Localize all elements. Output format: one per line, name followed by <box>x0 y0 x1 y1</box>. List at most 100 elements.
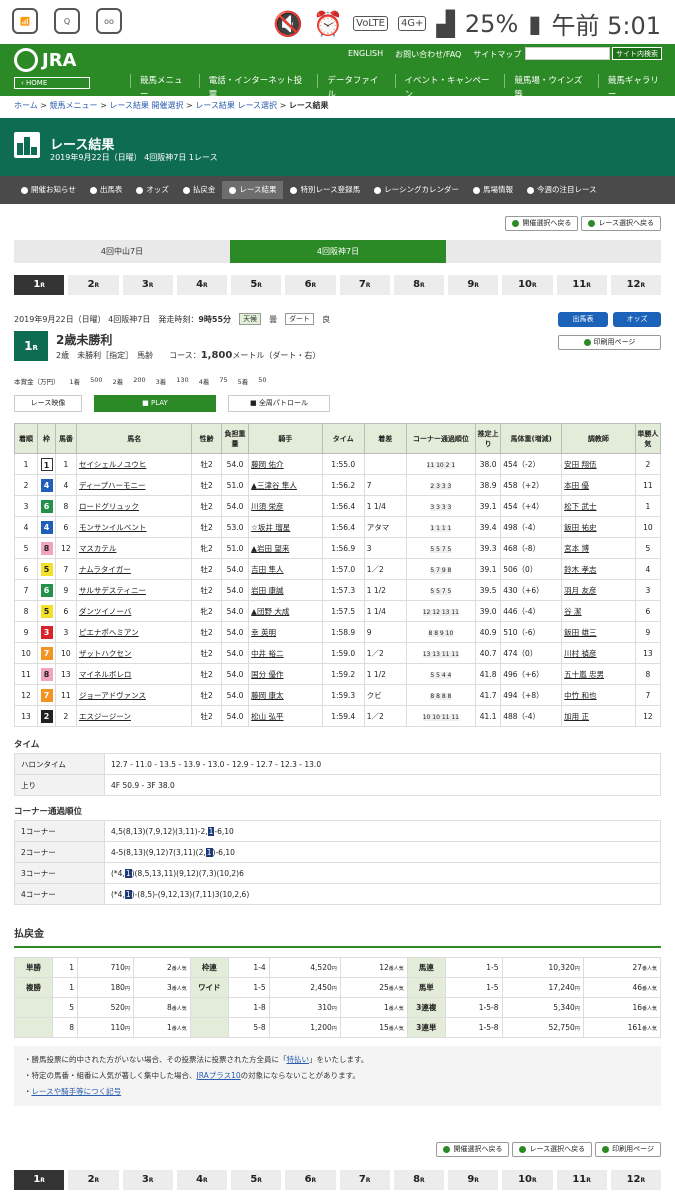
cell-6[interactable]: ☆坂井 瑠星 <box>248 516 323 538</box>
shutuba-button[interactable]: 出馬表 <box>558 312 608 327</box>
breadcrumb-link[interactable]: レース結果 レース選択 <box>195 101 277 110</box>
cell-12[interactable]: 松下 武士 <box>561 495 636 517</box>
cell-6[interactable]: 吉田 隼人 <box>248 558 323 580</box>
gnav-item[interactable]: データファイル <box>317 74 394 100</box>
race-tab[interactable]: 8R <box>393 275 444 295</box>
gnav-item[interactable]: 競馬メニュー <box>130 74 199 100</box>
cell-6[interactable]: 川須 栄彦 <box>248 495 323 517</box>
race-tab[interactable]: 2R <box>68 1170 119 1190</box>
cell-3[interactable]: サルサデスティニー <box>75 579 193 601</box>
site-search-input[interactable] <box>525 47 610 60</box>
race-tab[interactable]: 11R <box>556 275 607 295</box>
cell-3[interactable]: ザットハクセン <box>75 642 193 664</box>
back-to-meeting-button[interactable]: 開催選択へ戻る <box>505 216 579 231</box>
cell-6[interactable]: 藤岡 康太 <box>248 684 323 706</box>
subnav-item[interactable]: オッズ <box>129 181 176 199</box>
cell-3[interactable]: マスカテル <box>75 537 193 559</box>
cell-12[interactable]: 本田 優 <box>561 474 636 496</box>
tab-nakayama[interactable]: 4回中山7日 <box>14 240 230 263</box>
note-link[interactable]: レースや騎手等につく記号 <box>32 1087 122 1096</box>
subnav-item[interactable]: 今週の注目レース <box>520 181 604 199</box>
cell-12[interactable]: 飯田 祐史 <box>561 516 636 538</box>
race-tab[interactable]: 4R <box>176 275 227 295</box>
gnav-item[interactable]: 競馬場・ウインズ等 <box>504 74 598 100</box>
race-tab[interactable]: 10R <box>502 275 553 295</box>
race-tab[interactable]: 8R <box>393 1170 444 1190</box>
race-tab[interactable]: 9R <box>448 1170 499 1190</box>
subnav-item[interactable]: レーシングカレンダー <box>367 181 466 199</box>
gnav-item[interactable]: 電話・インターネット投票 <box>198 74 318 100</box>
race-tab[interactable]: 10R <box>502 1170 553 1190</box>
play-button[interactable]: ■ PLAY <box>94 395 216 412</box>
cell-6[interactable]: 中井 裕二 <box>248 642 323 664</box>
race-tab[interactable]: 7R <box>339 275 390 295</box>
race-tab[interactable]: 4R <box>176 1170 227 1190</box>
race-tab[interactable]: 6R <box>285 275 336 295</box>
note-link[interactable]: JRAプラス10 <box>197 1071 241 1080</box>
cell-6[interactable]: 国分 優作 <box>248 663 323 685</box>
cell-12[interactable]: 宮本 博 <box>561 537 636 559</box>
breadcrumb-link[interactable]: ホーム <box>14 101 38 110</box>
tab-hanshin[interactable]: 4回阪神7日 <box>230 240 446 263</box>
cell-3[interactable]: マイネルボレロ <box>75 663 193 685</box>
race-tab[interactable]: 5R <box>231 1170 282 1190</box>
home-button[interactable]: ‹ HOME <box>14 77 90 89</box>
race-tab[interactable]: 3R <box>122 1170 173 1190</box>
cell-12[interactable]: 飯田 雄三 <box>561 621 636 643</box>
race-tab[interactable]: 7R <box>339 1170 390 1190</box>
cell-6[interactable]: ▲岩田 望来 <box>248 537 323 559</box>
gnav-item[interactable]: 競馬ギャラリー <box>597 74 675 100</box>
race-tab[interactable]: 6R <box>285 1170 336 1190</box>
cell-6[interactable]: 藤岡 佑介 <box>248 453 323 475</box>
race-tab[interactable]: 1R <box>14 1170 65 1190</box>
race-tab[interactable]: 1R <box>14 275 65 295</box>
back-to-meeting-button[interactable]: 開催選択へ戻る <box>436 1142 510 1157</box>
cell-6[interactable]: 松山 弘平 <box>248 705 323 727</box>
cell-3[interactable]: モンサンイルベント <box>75 516 193 538</box>
link-english[interactable]: ENGLISH <box>348 49 383 60</box>
subnav-item[interactable]: 馬場情報 <box>466 181 520 199</box>
cell-12[interactable]: 川村 禎彦 <box>561 642 636 664</box>
cell-3[interactable]: ディープハーモニー <box>75 474 193 496</box>
link-sitemap[interactable]: サイトマップ <box>473 49 521 60</box>
race-tab[interactable]: 9R <box>448 275 499 295</box>
race-tab[interactable]: 12R <box>610 1170 661 1190</box>
gnav-item[interactable]: イベント・キャンペーン <box>394 74 505 100</box>
cell-12[interactable]: 加用 正 <box>561 705 636 727</box>
cell-3[interactable]: セイシェルノユウヒ <box>75 453 193 475</box>
race-tab[interactable]: 12R <box>610 275 661 295</box>
cell-3[interactable]: ピエナポヘミアン <box>75 621 193 643</box>
odds-button[interactable]: オッズ <box>613 312 661 327</box>
cell-6[interactable]: ▲団野 大成 <box>248 600 323 622</box>
cell-6[interactable]: ▲三津谷 隼人 <box>248 474 323 496</box>
subnav-item[interactable]: 特別レース登録馬 <box>283 181 367 199</box>
cell-12[interactable]: 安田 翔伍 <box>561 453 636 475</box>
note-link[interactable]: 特払い <box>287 1055 310 1064</box>
cell-3[interactable]: エスジージーン <box>75 705 193 727</box>
cell-12[interactable]: 中竹 和也 <box>561 684 636 706</box>
cell-3[interactable]: ナムラタイガー <box>75 558 193 580</box>
cell-12[interactable]: 谷 潔 <box>561 600 636 622</box>
cell-3[interactable]: ロードグリュック <box>75 495 193 517</box>
back-to-race-button[interactable]: レース選択へ戻る <box>512 1142 593 1157</box>
cell-6[interactable]: 幸 英明 <box>248 621 323 643</box>
cell-12[interactable]: 鈴木 孝志 <box>561 558 636 580</box>
cell-3[interactable]: ジョーアドヴァンス <box>75 684 193 706</box>
subnav-item[interactable]: 開催お知らせ <box>14 181 83 199</box>
race-tab[interactable]: 3R <box>122 275 173 295</box>
race-tab[interactable]: 2R <box>68 275 119 295</box>
cell-6[interactable]: 岩田 康誠 <box>248 579 323 601</box>
cell-3[interactable]: ダンツイノーバ <box>75 600 193 622</box>
print-button[interactable]: 印刷用ページ <box>558 335 661 350</box>
subnav-item-active[interactable]: レース結果 <box>222 181 284 199</box>
patrol-button[interactable]: ■ 全周パトロール <box>228 395 330 412</box>
print-button[interactable]: 印刷用ページ <box>595 1142 661 1157</box>
race-tab[interactable]: 11R <box>556 1170 607 1190</box>
jra-logo[interactable]: JRA <box>14 48 77 72</box>
subnav-item[interactable]: 払戻金 <box>176 181 223 199</box>
link-faq[interactable]: お問い合わせ/FAQ <box>395 49 461 60</box>
race-tab[interactable]: 5R <box>231 275 282 295</box>
breadcrumb-link[interactable]: レース結果 開催選択 <box>109 101 183 110</box>
breadcrumb-link[interactable]: 競馬メニュー <box>50 101 98 110</box>
subnav-item[interactable]: 出馬表 <box>83 181 130 199</box>
